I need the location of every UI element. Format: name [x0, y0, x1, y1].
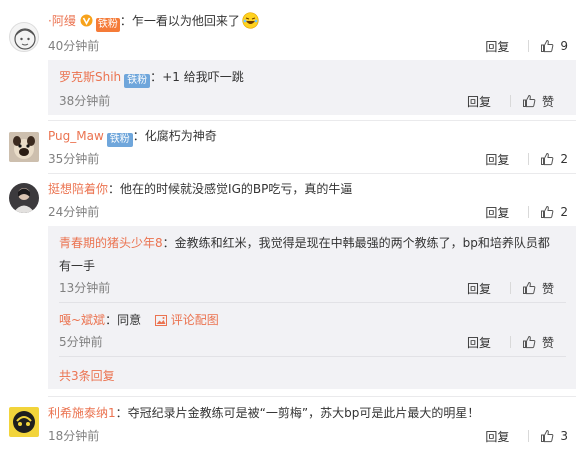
thumbs-up-icon [522, 335, 536, 349]
like-button[interactable]: 赞 [522, 280, 554, 297]
comment-actions: 回复 2 [485, 203, 568, 221]
reply-username[interactable]: 罗克斯Shih [59, 70, 121, 84]
thumbs-up-icon [541, 429, 554, 443]
username[interactable]: ·阿缦 [48, 14, 76, 28]
fans-badge: 铁粉 [124, 74, 151, 88]
divider [59, 356, 566, 357]
thumbs-up-icon [522, 94, 536, 108]
divider [48, 120, 576, 121]
replies-box: 青春期的猪头少年8：金教练和红米，我觉得是现在中韩最强的两个教练了，bp和培养队… [48, 226, 576, 389]
reply-line: 嘎~斌斌：同意 评论配图 [59, 313, 219, 327]
picture-link[interactable]: 评论配图 [154, 313, 219, 327]
reply-actions: 回复 赞 [467, 279, 554, 297]
username[interactable]: 利希施泰纳1 [48, 406, 116, 420]
divider [509, 95, 511, 107]
comment-line: 利希施泰纳1：夺冠纪录片金教练可是被“一剪梅”，苏大bp可是此片最大的明星！ [48, 406, 480, 420]
thumbs-up-icon [541, 205, 554, 219]
divider [509, 282, 511, 294]
like-count: 3 [560, 429, 568, 443]
reply-button[interactable]: 回复 [485, 38, 509, 55]
reply-line: 青春期的猪头少年8：金教练和红米，我觉得是现在中韩最强的两个教练了，bp和培养队… [59, 236, 550, 250]
reply-line: 罗克斯Shih 铁粉 ：+1 给我吓一跳 [59, 70, 244, 88]
like-button[interactable]: 2 [540, 205, 568, 219]
divider [528, 40, 530, 52]
timestamp: 18分钟前 [48, 429, 100, 443]
reply-actions: 回复 赞 [467, 333, 554, 351]
like-button[interactable]: 赞 [522, 93, 554, 110]
reply-timestamp: 5分钟前 [59, 335, 103, 349]
like-label: 赞 [541, 94, 554, 109]
avatar[interactable] [9, 183, 39, 213]
comment-actions: 回复 2 [485, 150, 568, 168]
picture-icon [154, 315, 167, 326]
like-button[interactable]: 3 [540, 429, 568, 443]
reply-button[interactable]: 回复 [467, 280, 491, 297]
reply-text: 金教练和红米，我觉得是现在中韩最强的两个教练了，bp和培养队员都 [174, 236, 550, 250]
comment-line: 挺想陪着你：他在的时候就没感觉IG的BP吃亏，真的牛逼 [48, 182, 353, 196]
like-count: 9 [560, 39, 568, 53]
divider [528, 206, 530, 218]
verified-v-icon [80, 14, 93, 27]
comment-line: Pug_Maw 铁粉 ：化腐朽为神奇 [48, 129, 217, 147]
picture-link-label: 评论配图 [170, 313, 219, 327]
thumbs-up-icon [541, 152, 554, 166]
reply-button[interactable]: 回复 [485, 204, 509, 221]
reply-text-cont: 有一手 [59, 259, 96, 273]
comment-actions: 回复 9 [485, 37, 568, 55]
laughing-emoji-icon [242, 12, 259, 34]
thumbs-up-icon [522, 281, 536, 295]
reply-button[interactable]: 回复 [485, 428, 509, 445]
comment-text: 他在的时候就没感觉IG的BP吃亏，真的牛逼 [120, 182, 353, 196]
divider [528, 153, 530, 165]
comment-text: 化腐朽为神奇 [144, 129, 217, 143]
divider [509, 336, 511, 348]
like-button[interactable]: 2 [540, 152, 568, 166]
timestamp: 40分钟前 [48, 39, 100, 53]
like-count: 2 [560, 205, 568, 219]
replies-box: 罗克斯Shih 铁粉 ：+1 给我吓一跳 38分钟前 回复 赞 [48, 60, 576, 115]
more-replies-link[interactable]: 共3条回复 [59, 367, 115, 384]
like-label: 赞 [541, 281, 554, 296]
like-button[interactable]: 9 [540, 39, 568, 53]
reply-username[interactable]: 青春期的猪头少年8 [59, 236, 163, 250]
thumbs-up-icon [541, 39, 554, 53]
reply-button[interactable]: 回复 [467, 93, 491, 110]
comment-text: 乍一看以为他回来了 [131, 14, 240, 28]
username[interactable]: Pug_Maw [48, 129, 104, 143]
comment-actions: 回复 3 [485, 427, 568, 445]
like-button[interactable]: 赞 [522, 334, 554, 351]
vip-badge: 铁粉 [95, 18, 120, 32]
timestamp: 24分钟前 [48, 205, 100, 219]
avatar[interactable] [9, 22, 39, 52]
avatar[interactable] [9, 407, 39, 437]
reply-text: +1 给我吓一跳 [162, 70, 244, 84]
like-count: 2 [560, 152, 568, 166]
comment-text: 夺冠纪录片金教练可是被“一剪梅”，苏大bp可是此片最大的明星！ [127, 406, 480, 420]
divider [48, 396, 576, 397]
fans-badge: 铁粉 [106, 133, 133, 147]
reply-button[interactable]: 回复 [467, 334, 491, 351]
reply-text: 同意 [117, 313, 142, 327]
reply-actions: 回复 赞 [467, 92, 554, 110]
like-label: 赞 [541, 335, 554, 350]
username[interactable]: 挺想陪着你 [48, 182, 108, 196]
avatar[interactable] [9, 132, 39, 162]
reply-username[interactable]: 嘎~斌斌 [59, 313, 105, 327]
reply-timestamp: 38分钟前 [59, 94, 111, 108]
divider [59, 302, 566, 303]
reply-timestamp: 13分钟前 [59, 281, 111, 295]
comment-line: ·阿缦 铁粉 ：乍一看以为他回来了 [48, 12, 259, 34]
divider [528, 430, 530, 442]
reply-button[interactable]: 回复 [485, 151, 509, 168]
timestamp: 35分钟前 [48, 152, 100, 166]
divider [48, 173, 576, 174]
